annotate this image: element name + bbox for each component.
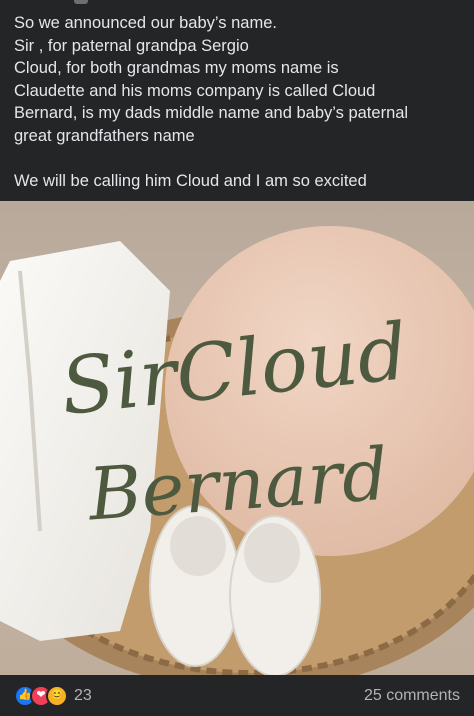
care-icon: 😊: [46, 684, 68, 707]
reactions-summary[interactable]: 👍 ❤ 😊 23: [14, 684, 92, 707]
baby-announcement-image: SirCloud Bernard: [0, 226, 474, 675]
avatar-fragment: [74, 0, 88, 4]
baby-shoe-right-opening: [244, 523, 300, 583]
post-text: So we announced our baby’s name. Sir , f…: [14, 14, 409, 190]
post-footer: 👍 ❤ 😊 23 25 comments: [0, 675, 474, 716]
reaction-count: 23: [74, 686, 92, 704]
post-photo[interactable]: SirCloud Bernard: [0, 201, 474, 675]
comments-link[interactable]: 25 comments: [364, 687, 460, 705]
